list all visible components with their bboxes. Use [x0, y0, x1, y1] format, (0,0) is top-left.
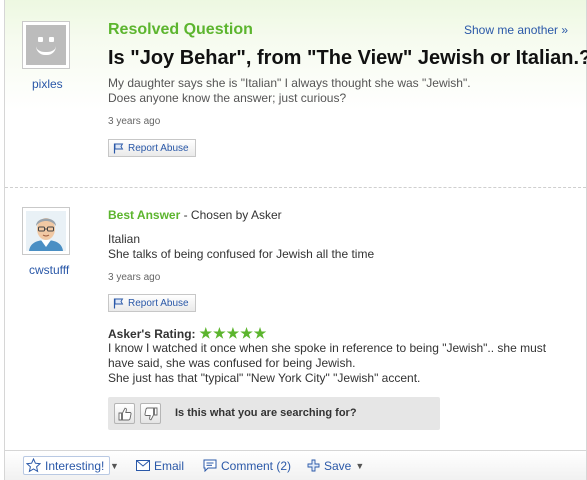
- rating-comment-line: have said, she was confused for being Je…: [108, 356, 356, 370]
- best-answer-label: Best Answer: [108, 208, 181, 222]
- interesting-label: Interesting!: [45, 458, 105, 473]
- flag-icon: [113, 143, 124, 153]
- rating-comment-line: I know I watched it once when she spoke …: [108, 341, 547, 355]
- question-report-abuse-button[interactable]: Report Abuse: [108, 139, 196, 157]
- star-icon: ★★★★★: [199, 325, 268, 341]
- answer-body-line: She talks of being confused for Jewish a…: [108, 247, 375, 261]
- interesting-button[interactable]: Interesting!: [23, 456, 111, 475]
- question-body-line: My daughter says she is "Italian" I alwa…: [108, 76, 471, 90]
- show-another-link[interactable]: Show me another »: [464, 23, 568, 37]
- comment-button[interactable]: Comment (2): [203, 456, 291, 475]
- report-abuse-label: Report Abuse: [128, 142, 189, 154]
- question-body: My daughter says she is "Italian" I alwa…: [108, 76, 548, 106]
- envelope-icon: [136, 460, 150, 471]
- rating-label: Asker's Rating:: [108, 326, 196, 341]
- answerer-avatar-image: [26, 211, 66, 251]
- flag-icon: [113, 298, 124, 308]
- comment-label: Comment (2): [221, 458, 292, 473]
- answerer-username-link[interactable]: cwstufff: [29, 263, 69, 277]
- caret-down-icon: ▼: [355, 460, 365, 471]
- thumbs-down-icon: [144, 407, 157, 420]
- rating-comment-line: She just has that "typical" "New York Ci…: [108, 371, 421, 385]
- thumbs-up-button[interactable]: [114, 403, 135, 424]
- asker-username-link[interactable]: pixles: [32, 77, 63, 91]
- question-body-line: Does anyone know the answer; just curiou…: [108, 91, 347, 105]
- comment-bubble-icon: [203, 459, 217, 472]
- thumbs-down-button[interactable]: [140, 403, 161, 424]
- question-timestamp: 3 years ago: [108, 116, 161, 127]
- rating-comment: I know I watched it once when she spoke …: [108, 341, 558, 386]
- answer-body: Italian She talks of being confused for …: [108, 232, 374, 262]
- email-label: Email: [154, 458, 185, 473]
- asker-avatar[interactable]: [22, 21, 70, 69]
- default-avatar-icon: [26, 25, 66, 65]
- action-toolbar: Interesting! ▼ Email Comment (2) Save ▼: [5, 450, 586, 480]
- star-icon: [26, 458, 41, 473]
- section-divider: [5, 187, 586, 188]
- search-question-text: Is this what you are searching for?: [175, 407, 357, 419]
- answerer-avatar[interactable]: [22, 207, 70, 255]
- thumbs-up-icon: [118, 407, 131, 420]
- answer-timestamp: 3 years ago: [108, 272, 161, 283]
- answer-report-abuse-button[interactable]: Report Abuse: [108, 294, 196, 312]
- caret-down-icon[interactable]: ▼: [110, 461, 119, 471]
- question-status-title: Resolved Question: [108, 21, 253, 38]
- save-button[interactable]: Save ▼: [307, 456, 364, 475]
- answer-body-line: Italian: [108, 232, 141, 246]
- search-feedback-box: Is this what you are searching for?: [108, 397, 440, 430]
- save-label: Save: [324, 458, 352, 473]
- chosen-by-label: - Chosen by Asker: [183, 208, 282, 222]
- plus-save-icon: [307, 459, 320, 472]
- asker-rating: Asker's Rating: ★★★★★: [108, 325, 267, 342]
- report-abuse-label: Report Abuse: [128, 297, 189, 309]
- best-answer-header: Best Answer - Chosen by Asker: [108, 208, 282, 222]
- question-title: Is "Joy Behar", from "The View" Jewish o…: [108, 47, 587, 69]
- email-button[interactable]: Email: [136, 456, 184, 475]
